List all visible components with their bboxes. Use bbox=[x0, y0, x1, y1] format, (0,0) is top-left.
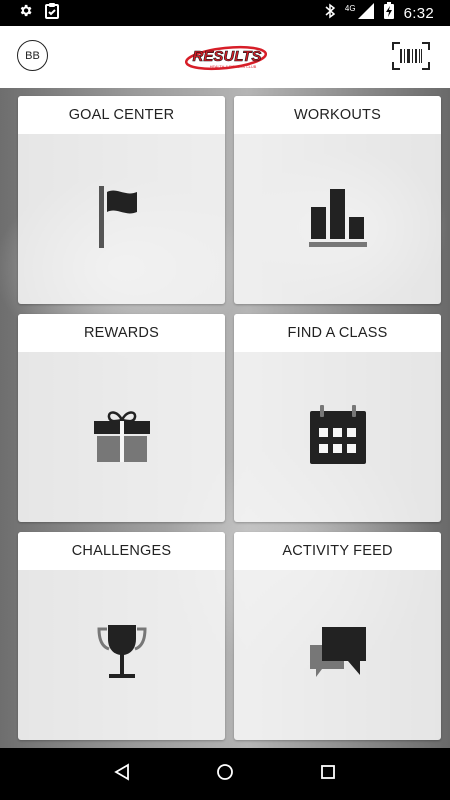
battery-charging-icon bbox=[383, 2, 394, 24]
tile-label: WORKOUTS bbox=[234, 96, 441, 134]
settings-icon bbox=[18, 3, 33, 23]
tile-workouts[interactable]: WORKOUTS bbox=[234, 96, 441, 304]
home-icon bbox=[216, 763, 234, 786]
tile-activity-feed[interactable]: ACTIVITY FEED bbox=[234, 532, 441, 740]
bluetooth-icon bbox=[325, 3, 336, 24]
system-nav-bar bbox=[0, 748, 450, 800]
tile-find-a-class[interactable]: FIND A CLASS bbox=[234, 314, 441, 522]
results-logo: RESULTS HEALTH & FITNESS CLUB bbox=[184, 40, 268, 76]
tile-label: ACTIVITY FEED bbox=[234, 532, 441, 570]
tile-rewards[interactable]: REWARDS bbox=[18, 314, 225, 522]
barcode-icon bbox=[392, 42, 430, 74]
avatar-initials: BB bbox=[25, 49, 40, 62]
nav-back-button[interactable] bbox=[110, 762, 134, 786]
gift-icon bbox=[93, 407, 151, 468]
tile-label: FIND A CLASS bbox=[234, 314, 441, 352]
tile-label: GOAL CENTER bbox=[18, 96, 225, 134]
logo-subtext: HEALTH & FITNESS CLUB bbox=[210, 65, 257, 69]
recents-icon bbox=[320, 764, 336, 785]
app-header: BB RESULTS HEALTH & FITNESS CLUB bbox=[0, 26, 450, 89]
tile-label: CHALLENGES bbox=[18, 532, 225, 570]
bar-chart-icon bbox=[308, 187, 367, 252]
tile-goal-center[interactable]: GOAL CENTER bbox=[18, 96, 225, 304]
trophy-icon bbox=[93, 623, 151, 688]
nav-home-button[interactable] bbox=[213, 762, 237, 786]
calendar-icon bbox=[309, 404, 367, 470]
tile-label: REWARDS bbox=[18, 314, 225, 352]
status-bar: 4G 6:32 bbox=[0, 0, 450, 26]
network-type-label: 4G bbox=[344, 3, 356, 13]
nav-recents-button[interactable] bbox=[316, 762, 340, 786]
back-icon bbox=[113, 762, 131, 786]
tile-challenges[interactable]: CHALLENGES bbox=[18, 532, 225, 740]
logo-text: RESULTS bbox=[193, 48, 262, 65]
signal-icon bbox=[357, 2, 374, 24]
status-time: 6:32 bbox=[403, 4, 434, 22]
clipboard-check-icon bbox=[45, 2, 59, 24]
flag-icon bbox=[98, 185, 145, 253]
chat-bubbles-icon bbox=[308, 625, 368, 686]
barcode-button[interactable] bbox=[392, 42, 430, 70]
avatar[interactable]: BB bbox=[17, 40, 48, 71]
